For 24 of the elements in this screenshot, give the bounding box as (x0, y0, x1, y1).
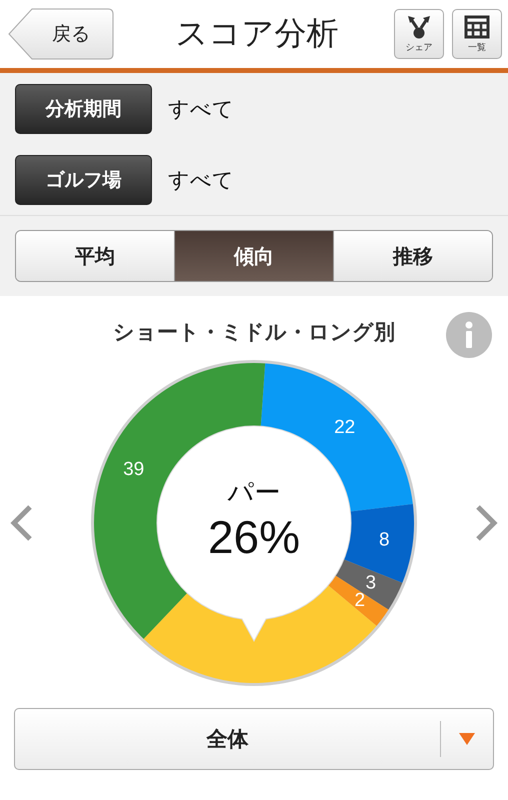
screen-title: スコア分析 (174, 13, 340, 54)
caret-icon (459, 733, 475, 745)
slice-value: 2 (354, 590, 366, 612)
table-icon (463, 14, 491, 40)
filter-value: すべて (168, 166, 234, 194)
dropdown[interactable]: 全体 (14, 708, 494, 770)
slice-value: 22 (334, 416, 356, 438)
share-button[interactable]: シェア (394, 9, 444, 59)
back-button[interactable]: 戻る (8, 8, 114, 60)
filter-value: すべて (168, 96, 234, 122)
tab[interactable]: 推移 (333, 231, 492, 281)
chart-title: ショート・ミドル・ロング別 (113, 319, 395, 346)
slice-value: 3 (365, 572, 376, 594)
filter-button[interactable]: ゴルフ場 (15, 154, 152, 204)
center-value: 26% (208, 511, 300, 563)
share-icon (405, 14, 433, 40)
slice-value: 39 (123, 458, 144, 480)
list-button[interactable]: 一覧 (452, 9, 502, 59)
info-icon[interactable] (446, 312, 492, 358)
slice-value: 8 (379, 529, 390, 550)
tab[interactable]: 平均 (16, 231, 174, 281)
filter-button[interactable]: 分析期間 (15, 84, 152, 134)
tab[interactable]: 傾向 (174, 231, 333, 281)
center-label: パー (228, 478, 280, 508)
